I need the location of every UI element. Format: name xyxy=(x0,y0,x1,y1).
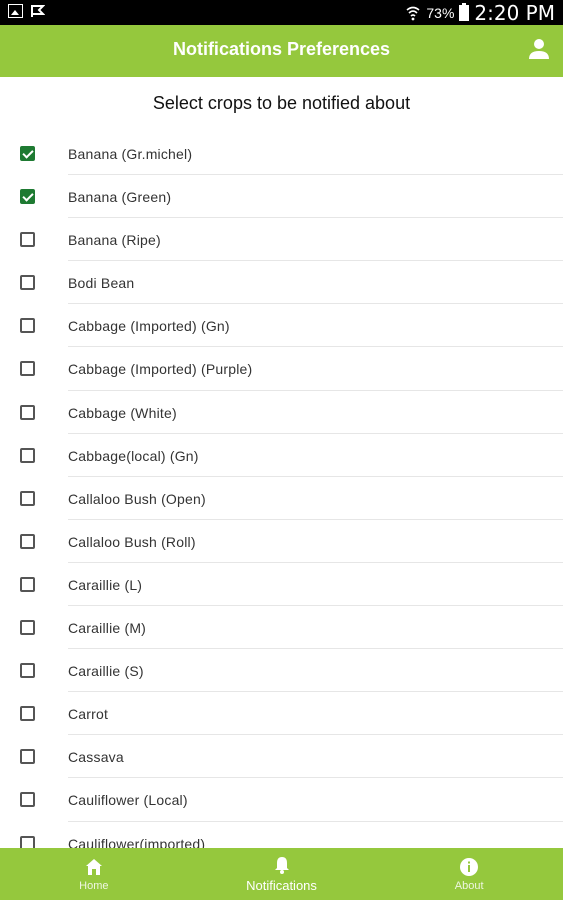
list-item[interactable]: Banana (Gr.michel) xyxy=(0,132,563,176)
section-heading: Select crops to be notified about xyxy=(152,93,411,113)
list-item[interactable]: Cabbage (White) xyxy=(0,391,563,434)
list-item[interactable]: Cabbage(local) (Gn) xyxy=(0,434,563,477)
profile-icon[interactable] xyxy=(527,37,551,61)
crop-label: Callaloo Bush (Roll) xyxy=(68,533,196,550)
nav-item-home[interactable]: Home xyxy=(0,848,188,900)
crop-checkbox[interactable] xyxy=(20,835,35,848)
crop-label: Caraillie (S) xyxy=(68,663,144,680)
list-item[interactable]: Caraillie (S) xyxy=(0,649,563,693)
crop-checkbox[interactable] xyxy=(20,146,35,161)
bottom-navigation: Home Notifications About xyxy=(0,848,563,900)
list-item[interactable]: Caraillie (L) xyxy=(0,563,563,607)
info-icon xyxy=(460,857,479,876)
crop-label: Cabbage (Imported) (Purple) xyxy=(68,361,253,378)
wifi-icon xyxy=(406,6,420,21)
crop-checkbox[interactable] xyxy=(20,361,35,377)
status-left-icons xyxy=(8,4,45,18)
image-icon xyxy=(8,4,23,18)
crop-checkbox[interactable] xyxy=(20,792,35,808)
crop-checkbox[interactable] xyxy=(20,663,35,679)
crop-checkbox[interactable] xyxy=(20,620,35,636)
crop-label: Caraillie (L) xyxy=(68,576,143,593)
crop-checkbox[interactable] xyxy=(20,749,35,765)
bell-icon xyxy=(274,857,289,874)
crop-label: Cabbage(local) (Gn) xyxy=(68,447,199,464)
crop-checkbox[interactable] xyxy=(20,533,35,549)
crop-label: Carrot xyxy=(68,706,109,723)
crop-label: Banana (Ripe) xyxy=(68,232,161,249)
clock-time: 2:20 PM xyxy=(474,1,555,25)
crop-label: Cauliflower(imported) xyxy=(68,835,206,849)
list-item[interactable]: Caraillie (M) xyxy=(0,606,563,650)
crop-label: Cauliflower (Local) xyxy=(68,792,188,809)
crop-label: Cabbage (Imported) (Gn) xyxy=(68,318,230,335)
list-item[interactable]: Cauliflower(imported) xyxy=(0,822,563,849)
list-item[interactable]: Carrot xyxy=(0,692,563,736)
status-bar: 73% 2:20 PM xyxy=(0,0,563,25)
status-right: 73% 2:20 PM xyxy=(405,1,555,25)
list-item[interactable]: Banana (Ripe) xyxy=(0,218,563,262)
nav-item-about[interactable]: About xyxy=(375,848,563,900)
nav-label-home: Home xyxy=(79,879,109,892)
nav-item-notifications[interactable]: Notifications xyxy=(188,848,376,900)
crop-checkbox[interactable] xyxy=(20,447,35,463)
home-icon xyxy=(85,858,102,875)
crop-checkbox[interactable] xyxy=(20,490,35,506)
crop-checkbox[interactable] xyxy=(20,189,35,205)
crop-label: Caraillie (M) xyxy=(68,620,147,637)
crop-checkbox[interactable] xyxy=(20,318,35,334)
crop-label: Cabbage (White) xyxy=(68,404,177,421)
battery-icon xyxy=(459,3,470,21)
crop-label: Bodi Bean xyxy=(68,275,135,292)
crop-label: Callaloo Bush (Open) xyxy=(68,490,206,507)
battery-percent: 73% xyxy=(426,5,455,21)
list-item[interactable]: Callaloo Bush (Roll) xyxy=(0,520,563,563)
page-title: Notifications Preferences xyxy=(172,39,391,59)
nav-label-about: About xyxy=(454,879,484,892)
crop-checkbox[interactable] xyxy=(20,404,35,420)
crop-label: Cassava xyxy=(68,749,124,766)
crop-label: Banana (Green) xyxy=(68,189,172,206)
crop-list: Banana (Gr.michel) Banana (Green) Banana (… xyxy=(0,132,563,848)
list-item[interactable]: Bodi Bean xyxy=(0,261,563,305)
crop-checkbox[interactable] xyxy=(20,576,35,592)
list-item[interactable]: Banana (Green) xyxy=(0,175,563,219)
list-item[interactable]: Cauliflower (Local) xyxy=(0,778,563,822)
list-item[interactable]: Cabbage (Imported) (Gn) xyxy=(0,304,563,348)
crop-checkbox[interactable] xyxy=(20,706,35,722)
list-item[interactable]: Cabbage (Imported) (Purple) xyxy=(0,347,563,391)
crop-checkbox[interactable] xyxy=(20,275,35,291)
crop-label: Banana (Gr.michel) xyxy=(68,146,193,162)
app-bar: Notifications Preferences xyxy=(0,25,563,77)
nav-label-notifications: Notifications xyxy=(246,878,317,893)
list-item[interactable]: Cassava xyxy=(0,735,563,779)
crop-checkbox[interactable] xyxy=(20,232,35,248)
signal-flag-icon xyxy=(31,5,45,17)
list-item[interactable]: Callaloo Bush (Open) xyxy=(0,477,563,520)
